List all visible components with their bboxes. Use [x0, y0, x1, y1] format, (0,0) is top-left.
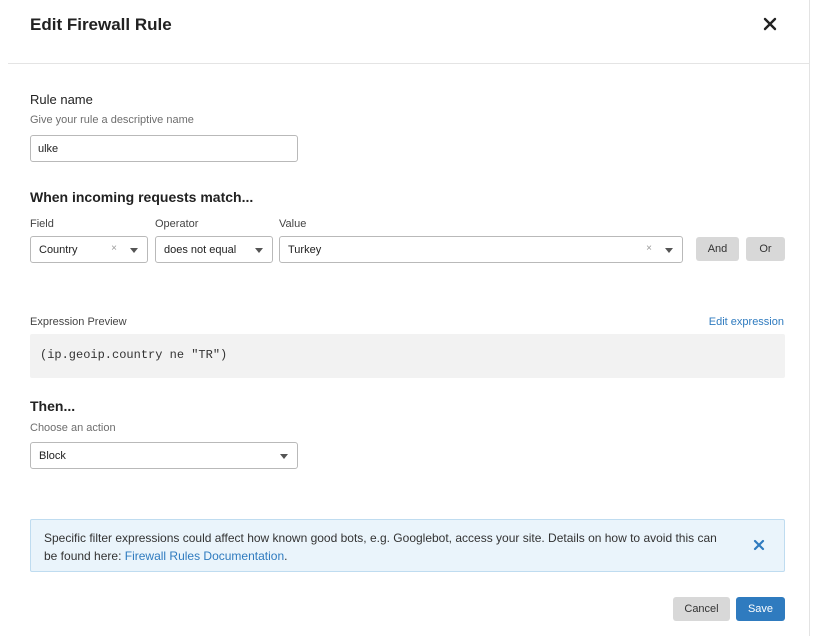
rule-name-label: Rule name [30, 92, 93, 107]
field-select[interactable]: Country × [30, 236, 148, 263]
action-select-value: Block [39, 449, 66, 462]
rule-name-input[interactable]: ulke [30, 135, 298, 162]
choose-action-hint: Choose an action [30, 422, 116, 434]
then-section-title: Then... [30, 398, 76, 414]
dialog-title: Edit Firewall Rule [30, 15, 172, 34]
chevron-down-icon [665, 248, 673, 253]
field-clear-icon[interactable]: × [111, 243, 117, 254]
field-label: Field [30, 218, 54, 230]
or-button[interactable]: Or [746, 237, 785, 261]
value-clear-icon[interactable]: × [646, 243, 652, 254]
expression-preview-label: Expression Preview [30, 316, 127, 328]
edit-expression-link[interactable]: Edit expression [709, 316, 784, 328]
cancel-button[interactable]: Cancel [673, 597, 730, 621]
firewall-docs-link[interactable]: Firewall Rules Documentation [125, 549, 284, 563]
and-button[interactable]: And [696, 237, 739, 261]
chevron-down-icon [280, 454, 288, 459]
rule-name-hint: Give your rule a descriptive name [30, 114, 194, 126]
save-button[interactable]: Save [736, 597, 785, 621]
expression-preview-box: (ip.geoip.country ne "TR") [30, 334, 785, 378]
operator-label: Operator [155, 218, 199, 230]
notice-text: Specific filter expressions could affect… [44, 529, 724, 565]
value-select[interactable]: Turkey × [279, 236, 683, 263]
dialog-header: Edit Firewall Rule [8, 0, 809, 64]
field-select-value: Country [39, 243, 78, 256]
expression-preview-code: (ip.geoip.country ne "TR") [40, 348, 228, 362]
operator-select-value: does not equal [164, 243, 237, 256]
rule-name-value: ulke [38, 142, 59, 155]
edit-firewall-rule-dialog: Edit Firewall Rule Rule name Give your r… [8, 0, 810, 636]
action-select[interactable]: Block [30, 442, 298, 469]
value-label: Value [279, 218, 307, 230]
match-section-title: When incoming requests match... [30, 189, 254, 205]
close-icon[interactable] [761, 15, 779, 33]
chevron-down-icon [255, 248, 263, 253]
operator-select[interactable]: does not equal [155, 236, 273, 263]
chevron-down-icon [130, 248, 138, 253]
value-select-value: Turkey [288, 243, 322, 256]
notice-text-end: . [284, 549, 288, 563]
bots-notice: Specific filter expressions could affect… [30, 519, 785, 572]
close-icon[interactable] [753, 539, 765, 554]
